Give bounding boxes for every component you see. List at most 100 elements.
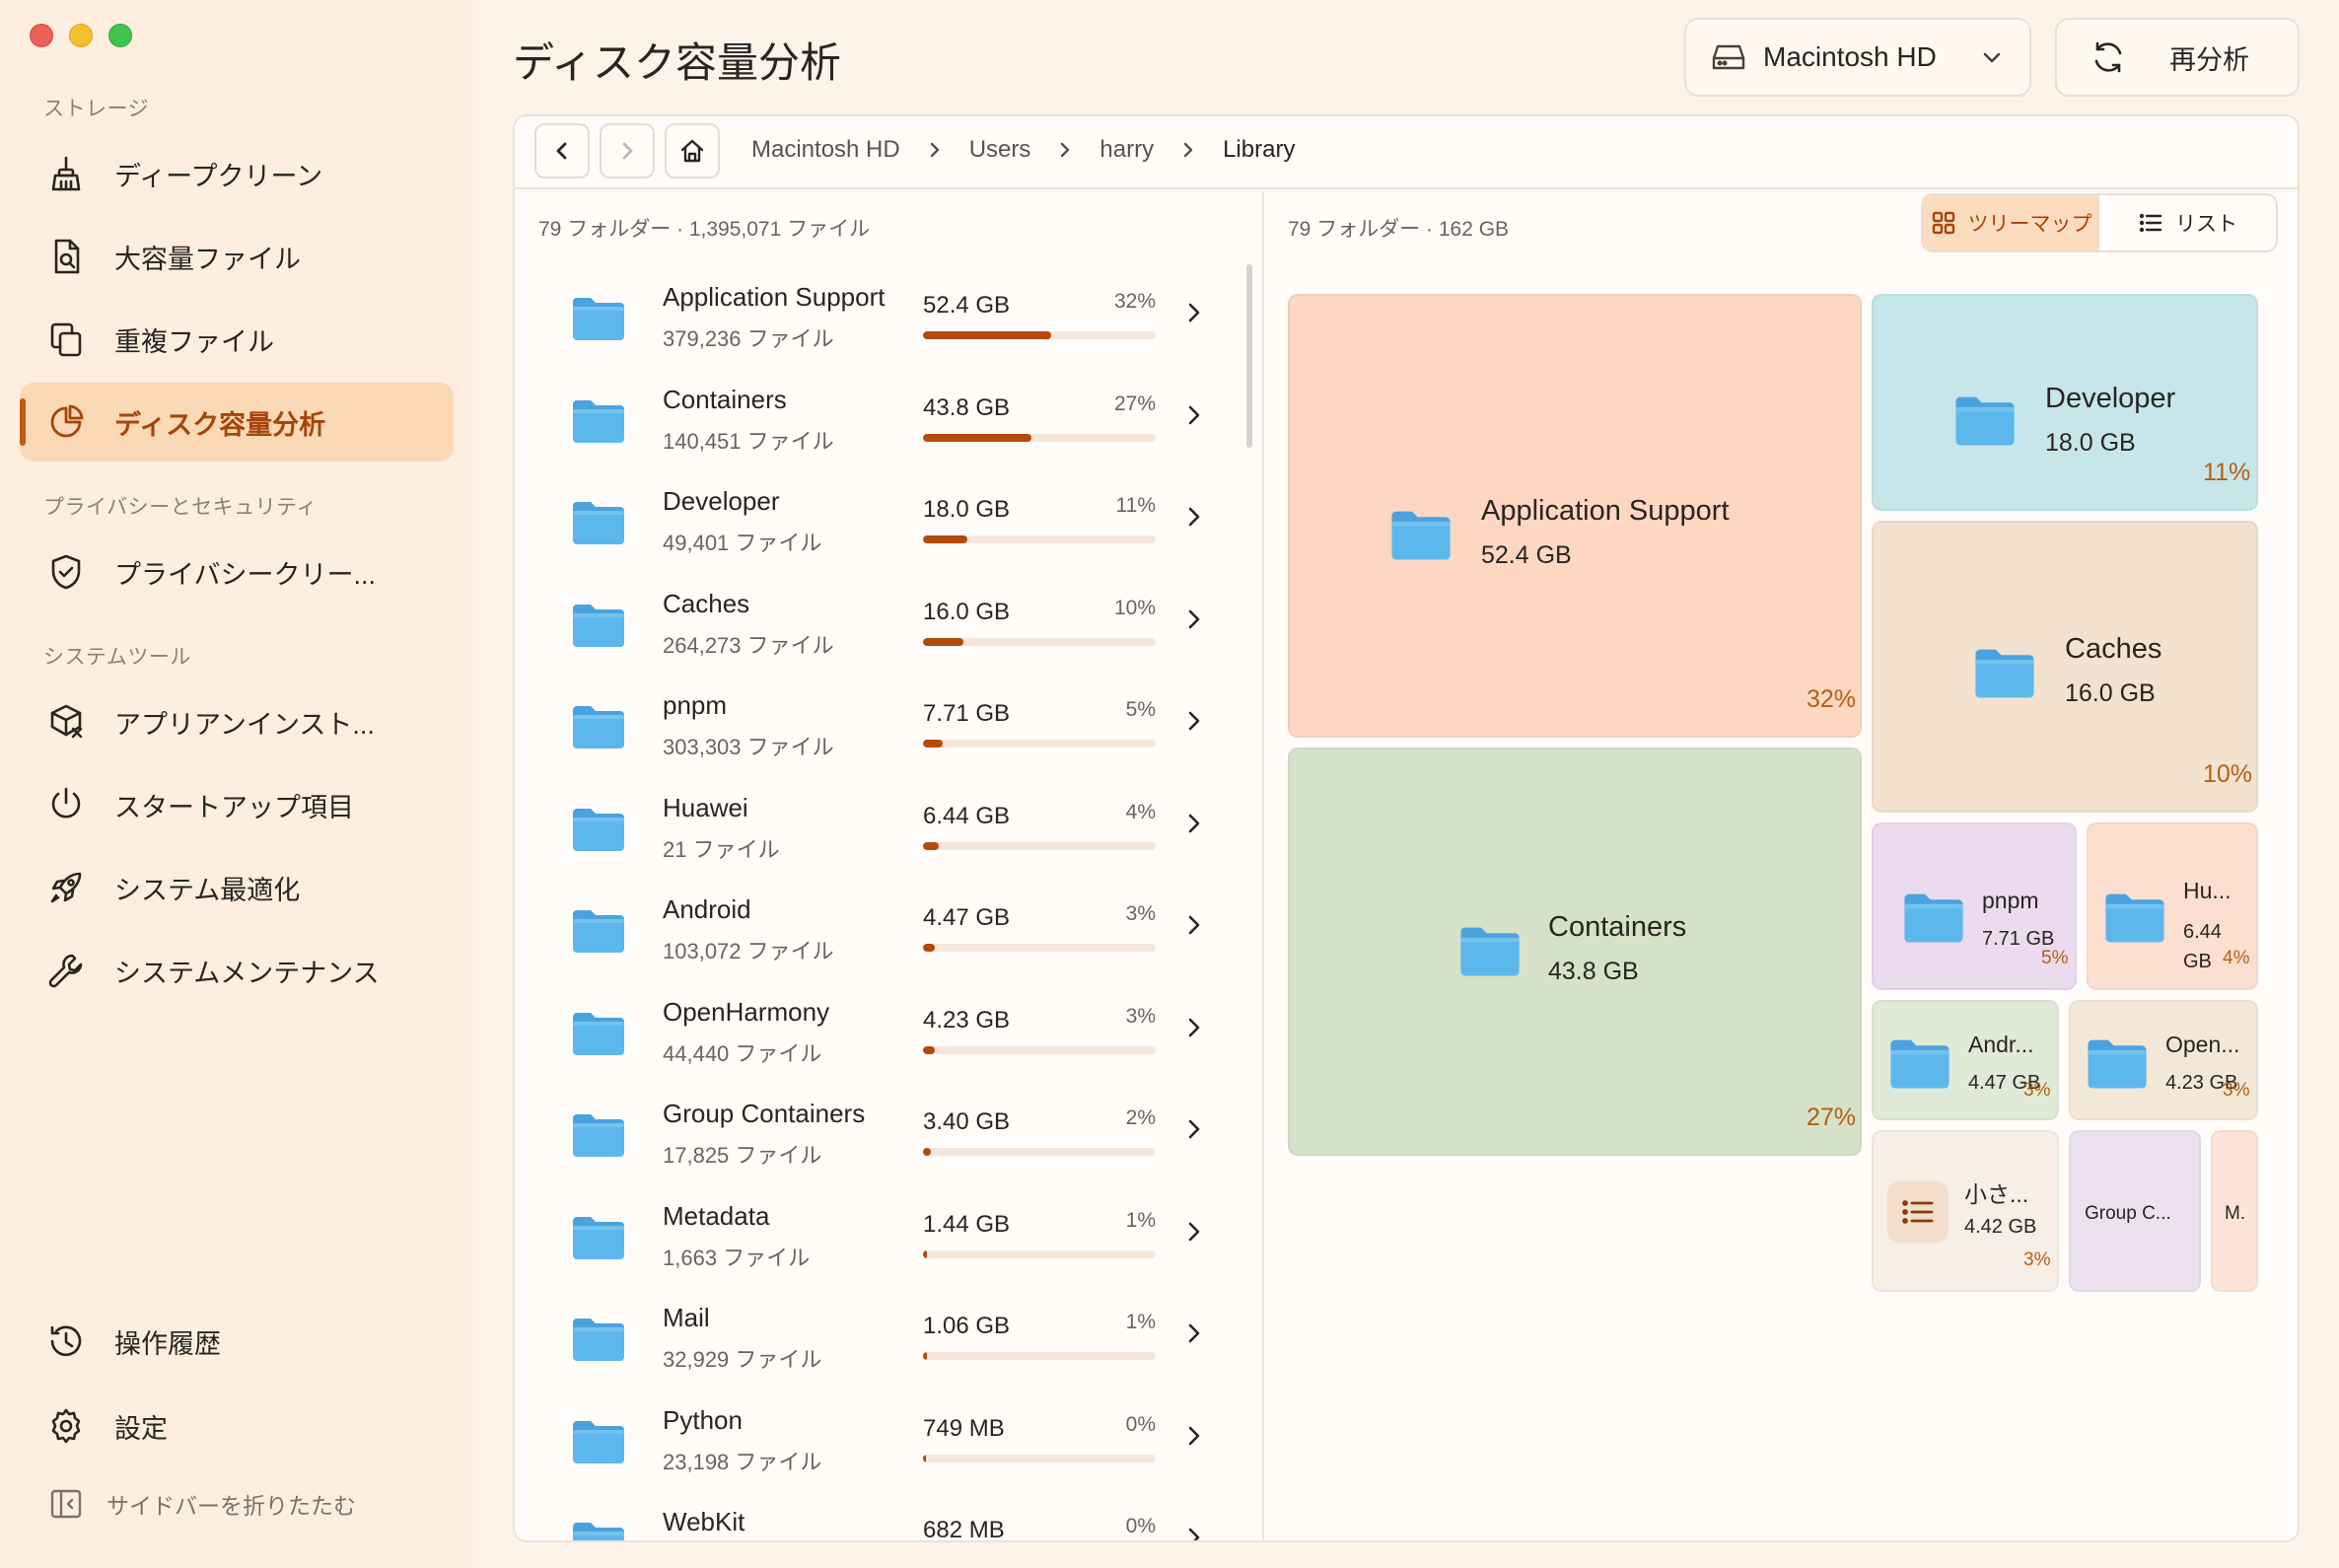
folder-file-count: 1,663 ファイル <box>663 1245 811 1270</box>
treemap-tile[interactable]: Group C... <box>2069 1130 2201 1292</box>
folder-row[interactable]: Metadata 1,663 ファイル 1.44 GB 1% <box>515 1185 1244 1288</box>
sidebar-item-privacy-clean[interactable]: プライバシークリー... <box>20 533 454 611</box>
sidebar-item-optimize[interactable]: システム最適化 <box>20 848 454 927</box>
tile-name: Application Support <box>1481 495 1730 527</box>
chevron-right-icon[interactable] <box>1181 1116 1207 1142</box>
tile-name: Group C... <box>2085 1203 2171 1224</box>
sidebar-item-label: 操作履歴 <box>114 1328 221 1359</box>
folder-row[interactable]: Group Containers 17,825 ファイル 3.40 GB 2% <box>515 1083 1244 1185</box>
sidebar-item-large-files[interactable]: 大容量ファイル <box>20 217 454 296</box>
breadcrumb-item[interactable]: Users <box>969 136 1031 164</box>
usage-bar <box>923 331 1156 339</box>
tile-percent: 4% <box>2223 948 2250 968</box>
shield-check-icon <box>45 551 87 593</box>
folder-row[interactable]: Containers 140,451 ファイル 43.8 GB 27% <box>515 369 1244 471</box>
forward-button[interactable] <box>600 123 655 178</box>
tile-name: Andr... <box>1968 1032 2034 1057</box>
folder-row[interactable]: WebKit 682 MB 0% <box>515 1491 1244 1542</box>
folder-row[interactable]: Developer 49,401 ファイル 18.0 GB 11% <box>515 470 1244 573</box>
folder-row[interactable]: OpenHarmony 44,440 ファイル 4.23 GB 3% <box>515 981 1244 1084</box>
treemap-tile[interactable]: Hu... 6.44 GB 4% <box>2087 822 2258 990</box>
folder-row[interactable]: pnpm 303,303 ファイル 7.71 GB 5% <box>515 675 1244 777</box>
sidebar-item-label: ディスク容量分析 <box>114 409 326 440</box>
treemap-tile[interactable]: pnpm 7.71 GB 5% <box>1872 822 2077 990</box>
breadcrumb-item[interactable]: harry <box>1099 136 1154 164</box>
rescan-button-label: 再分析 <box>2169 44 2249 75</box>
home-button[interactable] <box>665 123 720 178</box>
folder-row[interactable]: Huawei 21 ファイル 6.44 GB 4% <box>515 777 1244 880</box>
breadcrumb-item[interactable]: Macintosh HD <box>751 136 900 164</box>
folder-file-count: 264,273 ファイル <box>663 632 834 658</box>
history-icon <box>45 1320 87 1362</box>
drive-select[interactable]: Macintosh HD <box>1684 18 2031 97</box>
list-view-button[interactable]: リスト <box>2099 195 2276 250</box>
folder-name: pnpm <box>663 690 728 720</box>
folder-size: 7.71 GB <box>923 700 1011 727</box>
back-button[interactable] <box>534 123 590 178</box>
chevron-right-icon[interactable] <box>1181 300 1207 325</box>
treemap-tile[interactable]: Open... 4.23 GB 3% <box>2069 1000 2258 1120</box>
chevron-right-icon[interactable] <box>1181 402 1207 428</box>
rescan-button[interactable]: 再分析 <box>2055 18 2300 97</box>
navigation-toolbar: Macintosh HD Users harry Library <box>515 116 2298 189</box>
chevron-right-icon <box>1179 141 1197 159</box>
treemap-view-button[interactable]: ツリーマップ <box>1923 195 2099 250</box>
duplicate-icon <box>45 319 87 360</box>
list-icon <box>2139 213 2162 233</box>
chevron-right-icon[interactable] <box>1181 1525 1207 1542</box>
tile-percent: 11% <box>2203 459 2251 486</box>
breadcrumb: Macintosh HD Users harry Library <box>751 136 1295 164</box>
zoom-window-button[interactable] <box>108 24 132 47</box>
sidebar-item-disk-analysis[interactable]: ディスク容量分析 <box>20 383 454 462</box>
sidebar-item-app-uninstall[interactable]: アプリアンインスト... <box>20 682 454 761</box>
chevron-right-icon[interactable] <box>1181 1015 1207 1040</box>
folder-icon <box>573 298 624 340</box>
collapse-sidebar-button[interactable]: サイドバーを折りたたむ <box>49 1487 356 1521</box>
chevron-right-icon[interactable] <box>1181 912 1207 938</box>
folder-row[interactable]: Caches 264,273 ファイル 16.0 GB 10% <box>515 573 1244 676</box>
chevron-right-icon[interactable] <box>1181 504 1207 530</box>
treemap-tile[interactable]: Developer 18.0 GB 11% <box>1872 294 2258 511</box>
sidebar: ストレージ ディープクリーン 大容量ファイル 重複ファイル ディスク容量分析 プ… <box>0 0 473 1568</box>
treemap-tile[interactable]: Caches 16.0 GB 10% <box>1872 521 2258 813</box>
tile-size: 52.4 GB <box>1481 541 1572 569</box>
treemap-tile[interactable]: Andr... 4.47 GB 3% <box>1872 1000 2059 1120</box>
sidebar-item-startup[interactable]: スタートアップ項目 <box>20 765 454 844</box>
folder-row[interactable]: Application Support 379,236 ファイル 52.4 GB 32… <box>515 266 1244 369</box>
chevron-right-icon[interactable] <box>1181 1320 1207 1346</box>
close-window-button[interactable] <box>30 24 53 47</box>
drive-select-value: Macintosh HD <box>1763 41 1937 72</box>
folder-name: Containers <box>663 384 787 414</box>
chevron-right-icon[interactable] <box>1181 606 1207 632</box>
folder-row[interactable]: Mail 32,929 ファイル 1.06 GB 1% <box>515 1287 1244 1390</box>
sidebar-item-history[interactable]: 操作履歴 <box>20 1302 454 1381</box>
treemap-tile[interactable]: M. <box>2211 1130 2258 1292</box>
chevron-right-icon[interactable] <box>1181 1219 1207 1245</box>
chevron-right-icon[interactable] <box>1181 811 1207 836</box>
chevron-right-icon[interactable] <box>1181 708 1207 734</box>
treemap-tile[interactable]: 小さ... 4.42 GB 3% <box>1872 1130 2059 1292</box>
treemap-panel: 79 フォルダー · 162 GB ツリーマップ リスト Application… <box>1266 191 2298 1540</box>
treemap-tile[interactable]: Application Support 52.4 GB 32% <box>1288 294 1862 738</box>
usage-bar <box>923 1148 1156 1156</box>
sidebar-item-deep-clean[interactable]: ディープクリーン <box>20 134 454 213</box>
chevron-right-icon <box>926 141 944 159</box>
chevron-right-icon[interactable] <box>1181 1423 1207 1449</box>
folder-icon <box>573 1012 624 1055</box>
folder-icon <box>573 1216 624 1259</box>
list-scrollbar[interactable] <box>1246 264 1252 448</box>
sidebar-item-duplicates[interactable]: 重複ファイル <box>20 300 454 379</box>
chevron-right-icon <box>622 142 633 160</box>
chevron-down-icon <box>1983 52 2001 63</box>
minimize-window-button[interactable] <box>69 24 93 47</box>
folder-percent: 3% <box>1125 902 1156 925</box>
sidebar-item-settings[interactable]: 設定 <box>20 1387 454 1465</box>
treemap-tile[interactable]: Containers 43.8 GB 27% <box>1288 748 1862 1156</box>
folder-icon <box>573 502 624 544</box>
folder-size: 3.40 GB <box>923 1108 1011 1135</box>
folder-row[interactable]: Android 103,072 ファイル 4.47 GB 3% <box>515 879 1244 981</box>
tile-name: Developer <box>2045 383 2176 414</box>
grid-icon <box>1932 211 1954 235</box>
sidebar-item-maintenance[interactable]: システムメンテナンス <box>20 931 454 1010</box>
folder-row[interactable]: Python 23,198 ファイル 749 MB 0% <box>515 1390 1244 1492</box>
